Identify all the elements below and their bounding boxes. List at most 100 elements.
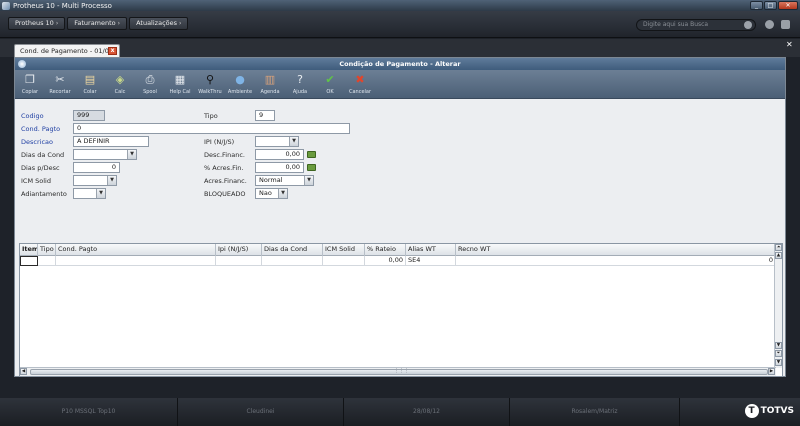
descricao-field[interactable]: A DEFINIR xyxy=(73,136,149,147)
check-icon: ✔ xyxy=(325,73,335,86)
col-alias-wt[interactable]: Alias WT xyxy=(406,244,456,256)
dias-cond-select[interactable]: ▼ xyxy=(73,149,137,160)
status-bar: P10 MSSQL Top10 Cleudinei 28/08/12 Rosal… xyxy=(0,398,800,426)
cell-recno-wt[interactable]: 0 xyxy=(456,256,776,266)
agenda-icon: ▥ xyxy=(264,73,276,86)
nav-menu-protheus[interactable]: Protheus 10 › xyxy=(8,17,66,30)
tipo-field[interactable]: 9 xyxy=(255,110,275,121)
bloqueado-select[interactable]: Nao ▼ xyxy=(255,188,288,199)
cell-rateio[interactable]: 0,00 xyxy=(365,256,406,266)
col-icm-solid[interactable]: ICM Solid xyxy=(323,244,365,256)
status-branch: Rosalem/Matriz xyxy=(510,398,680,426)
bloqueado-label: BLOQUEADO xyxy=(204,190,246,198)
window-close-button[interactable]: ✕ xyxy=(778,1,798,10)
cell-icm-solid[interactable] xyxy=(323,256,365,266)
cell-item[interactable] xyxy=(20,256,38,266)
totvs-logo-icon: T xyxy=(744,404,759,418)
chevron-right-icon: › xyxy=(179,20,182,27)
cell-alias-wt[interactable]: SE4 xyxy=(406,256,456,266)
col-ipi[interactable]: Ipi (N/J/S) xyxy=(216,244,262,256)
scroll-bottom-icon[interactable]: ▼ xyxy=(775,359,782,366)
minimize-button[interactable]: _ xyxy=(750,1,763,10)
acres-fin-pct-field[interactable]: 0,00 xyxy=(255,162,304,173)
grid-header: Item Tipo Cond. Pagto Ipi (N/J/S) Dias d… xyxy=(20,244,776,256)
col-item[interactable]: Item xyxy=(20,244,38,256)
ipi-select[interactable]: ▼ xyxy=(255,136,299,147)
scroll-left-icon[interactable]: ◀ xyxy=(20,368,27,375)
tab-cond-pagamento[interactable]: Cond. de Pagamento - 01/01 x xyxy=(14,44,120,57)
user-icon[interactable] xyxy=(765,20,774,29)
icm-solid-select[interactable]: ▼ xyxy=(73,175,117,186)
col-dias-cond[interactable]: Dias da Cond xyxy=(262,244,323,256)
dropdown-arrow-icon[interactable]: ▼ xyxy=(96,189,105,198)
lock-icon[interactable] xyxy=(781,20,790,29)
vertical-scrollbar[interactable]: ⏶ ▲ ▼ ⏷ ▼ xyxy=(774,244,782,368)
agenda-button[interactable]: ▥ Agenda xyxy=(255,70,285,99)
spool-button[interactable]: ⎙ Spool xyxy=(135,70,165,99)
grip-icon: ⋮⋮⋮ xyxy=(394,368,409,374)
nav-menu-faturamento[interactable]: Faturamento › xyxy=(67,17,128,30)
calculator-icon: ◈ xyxy=(115,73,125,86)
col-cond-pagto[interactable]: Cond. Pagto xyxy=(56,244,216,256)
cell-cond-pagto[interactable] xyxy=(56,256,216,266)
dropdown-arrow-icon[interactable]: ▼ xyxy=(127,150,136,159)
status-environment: P10 MSSQL Top10 xyxy=(0,398,178,426)
search-icon[interactable] xyxy=(744,21,752,29)
codigo-field[interactable]: 999 xyxy=(73,110,105,121)
mdi-close-icon[interactable]: ✕ xyxy=(786,40,793,49)
scroll-right-icon[interactable]: ▶ xyxy=(768,368,775,375)
maximize-button[interactable]: □ xyxy=(764,1,777,10)
copy-button[interactable]: ❐ Copiar xyxy=(15,70,45,99)
col-tipo[interactable]: Tipo xyxy=(38,244,56,256)
close-icon[interactable]: x xyxy=(108,47,117,55)
money-icon[interactable] xyxy=(307,151,316,158)
walkthru-button[interactable]: ⚲ WalkThru xyxy=(195,70,225,99)
codigo-label: Codigo xyxy=(21,112,44,120)
cell-dias-cond[interactable] xyxy=(262,256,323,266)
col-rateio[interactable]: % Rateio xyxy=(365,244,406,256)
top-navbar: Protheus 10 › Faturamento › Atualizações › … xyxy=(0,11,800,38)
dialog-icon xyxy=(18,60,26,68)
scroll-up-icon[interactable]: ▲ xyxy=(775,252,782,259)
printer-icon: ⎙ xyxy=(145,73,155,86)
col-recno-wt[interactable]: Recno WT xyxy=(456,244,776,256)
icm-solid-label: ICM Solid xyxy=(21,177,51,185)
scroll-top-icon[interactable]: ⏶ xyxy=(775,244,782,251)
acres-fin-pct-label: % Acres.Fin. xyxy=(204,164,244,172)
dias-desc-label: Dias p/Desc xyxy=(21,164,60,172)
acres-financ-select[interactable]: Normal ▼ xyxy=(255,175,314,186)
cond-pagto-field[interactable]: 0 xyxy=(73,123,350,134)
help-calc-button[interactable]: ▦ Help Cal xyxy=(165,70,195,99)
search-input[interactable]: Digite aqui sua Busca xyxy=(636,19,756,31)
status-user: Cleudinei xyxy=(178,398,344,426)
dias-desc-field[interactable]: 0 xyxy=(73,162,120,173)
cancel-button[interactable]: ✖ Cancelar xyxy=(345,70,375,99)
dropdown-arrow-icon[interactable]: ▼ xyxy=(289,137,298,146)
help-button[interactable]: ? Ajuda xyxy=(285,70,315,99)
paste-button[interactable]: ▤ Colar xyxy=(75,70,105,99)
nav-menu-atualizacoes[interactable]: Atualizações › xyxy=(129,17,189,30)
ambiente-button[interactable]: ● Ambiente xyxy=(225,70,255,99)
dropdown-arrow-icon[interactable]: ▼ xyxy=(278,189,287,198)
scroll-page-down-icon[interactable]: ⏷ xyxy=(775,350,782,357)
ok-button[interactable]: ✔ OK xyxy=(315,70,345,99)
dropdown-arrow-icon[interactable]: ▼ xyxy=(107,176,116,185)
cut-button[interactable]: ✂ Recortar xyxy=(45,70,75,99)
tab-strip: Cond. de Pagamento - 01/01 x xyxy=(0,39,800,57)
desc-financ-field[interactable]: 0,00 xyxy=(255,149,304,160)
adiantamento-select[interactable]: ▼ xyxy=(73,188,106,199)
toolbar: ❐ Copiar ✂ Recortar ▤ Colar ◈ Calc ⎙ Spool ▦ H… xyxy=(15,70,785,99)
window-controls: _ □ ✕ xyxy=(750,1,798,10)
copy-icon: ❐ xyxy=(25,73,35,86)
cell-ipi[interactable] xyxy=(216,256,262,266)
dropdown-arrow-icon[interactable]: ▼ xyxy=(304,176,313,185)
calc-button[interactable]: ◈ Calc xyxy=(105,70,135,99)
scroll-down-icon[interactable]: ▼ xyxy=(775,342,782,349)
form-area: Codigo 999 Tipo 9 Cond. Pagto 0 Descrica… xyxy=(19,100,783,237)
money-icon[interactable] xyxy=(307,164,316,171)
table-row[interactable]: 0,00 SE4 0 xyxy=(20,256,776,266)
cell-tipo[interactable] xyxy=(38,256,56,266)
tipo-label: Tipo xyxy=(204,112,218,120)
horizontal-scrollbar[interactable]: ◀ ⋮⋮⋮ ▶ xyxy=(20,367,776,376)
dias-cond-label: Dias da Cond xyxy=(21,151,65,159)
